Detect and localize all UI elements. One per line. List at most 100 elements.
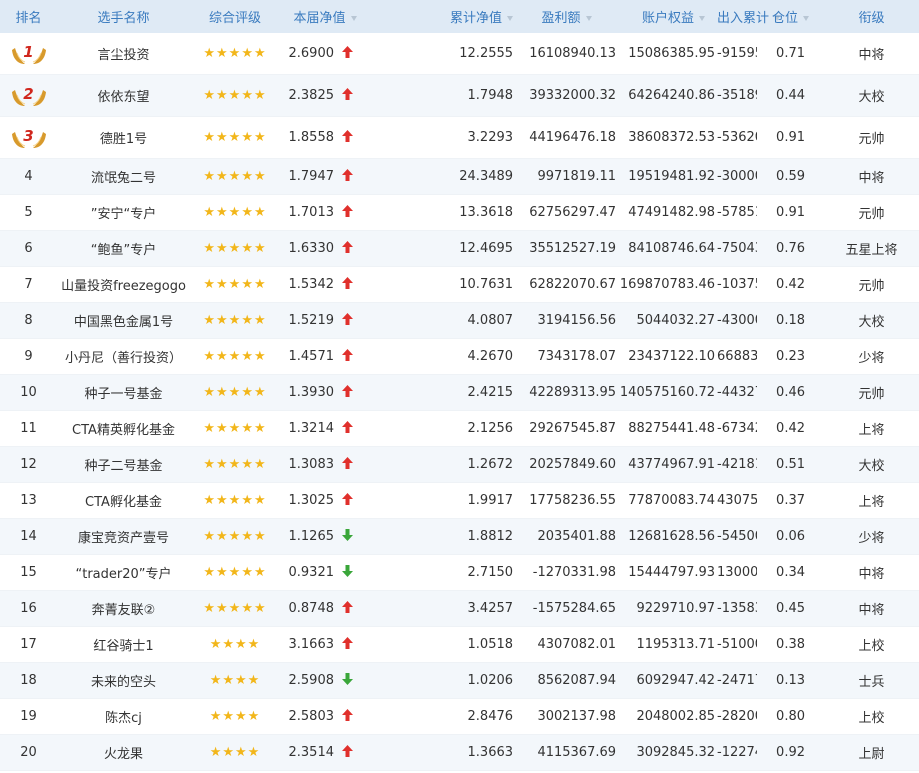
table-row[interactable]: 19 陈杰cj ★★★★ 2.5803 2.8476 3002137.98 2048002.…	[0, 698, 919, 735]
title-value: 大校	[824, 446, 919, 483]
player-name[interactable]: “trader20”专户	[57, 554, 190, 591]
trend-cell	[336, 554, 371, 591]
rating-stars: ★★★★★	[190, 230, 280, 267]
position-value: 0.34	[757, 554, 825, 591]
player-name[interactable]: 红谷骑士1	[57, 626, 190, 663]
profit-value: 29267545.87	[515, 410, 619, 447]
profit-value: 9971819.11	[515, 158, 619, 195]
equity-value: 19519481.92	[618, 158, 718, 195]
rank-cell: 5	[0, 194, 57, 231]
rank-number: 1	[23, 42, 34, 61]
table-row[interactable]: 20 火龙果 ★★★★ 2.3514 1.3663 4115367.69 3092845.3…	[0, 734, 919, 771]
profit-value: 17758236.55	[515, 482, 619, 519]
table-row[interactable]: 18 未来的空头 ★★★★ 2.5908 1.0206 8562087.94 6092947…	[0, 662, 919, 699]
position-value: 0.76	[757, 230, 825, 267]
rating-stars: ★★★★	[190, 626, 280, 663]
position-value: 0.91	[757, 194, 825, 231]
player-name[interactable]: 流氓兔二号	[57, 158, 190, 195]
sort-icon	[350, 16, 357, 21]
table-row[interactable]: 7 山量投资freezegogo ★★★★★ 1.5342 10.7631 6282207…	[0, 266, 919, 303]
table-row[interactable]: 14 康宝竞资产壹号 ★★★★★ 1.1265 1.8812 2035401.88 1268…	[0, 518, 919, 555]
table-row[interactable]: 13 CTA孵化基金 ★★★★★ 1.3025 1.9917 17758236.55 778…	[0, 482, 919, 519]
player-name[interactable]: 种子二号基金	[57, 446, 190, 483]
position-value: 0.13	[757, 662, 825, 699]
rating-stars: ★★★★★	[190, 338, 280, 375]
player-name[interactable]: 种子一号基金	[57, 374, 190, 411]
flow-value: -5450000.00	[717, 518, 758, 555]
header-cum[interactable]: 累计净值	[370, 0, 515, 33]
header-equity[interactable]: 账户权益	[618, 0, 717, 33]
flow-value: -2820048.00	[717, 698, 758, 735]
header-title[interactable]: 衔级	[824, 0, 919, 33]
profit-value: 62822070.67	[515, 266, 619, 303]
trend-cell	[336, 116, 371, 159]
header-rating[interactable]: 综合评级	[190, 0, 280, 33]
player-name[interactable]: 山量投资freezegogo	[57, 266, 190, 303]
trend-cell	[336, 302, 371, 339]
rank-cell: 2	[0, 74, 57, 117]
player-name[interactable]: 中国黑色金属1号	[57, 302, 190, 339]
player-name[interactable]: CTA精英孵化基金	[57, 410, 190, 447]
cumulative-value: 12.2555	[370, 33, 516, 75]
table-row[interactable]: 11 CTA精英孵化基金 ★★★★★ 1.3214 2.1256 29267545.87 8…	[0, 410, 919, 447]
profit-value: 16108940.13	[515, 33, 619, 75]
table-row[interactable]: 6 “鲍鱼”专户 ★★★★★ 1.6330 12.4695 35512527.19 8410…	[0, 230, 919, 267]
position-value: 0.42	[757, 410, 825, 447]
position-value: 0.45	[757, 590, 825, 627]
trend-cell	[336, 266, 371, 303]
table-row[interactable]: 9 小丹尼（善行投资） ★★★★★ 1.4571 4.2670 7343178.07 234…	[0, 338, 919, 375]
player-name[interactable]: 火龙果	[57, 734, 190, 771]
flow-value: -10375896.90	[717, 266, 758, 303]
table-row[interactable]: 12 种子二号基金 ★★★★★ 1.3083 1.2672 20257849.60 4377…	[0, 446, 919, 483]
header-rank[interactable]: 排名	[0, 0, 57, 33]
profit-value: 44196476.18	[515, 116, 619, 159]
player-name[interactable]: 陈杰cj	[57, 698, 190, 735]
position-value: 0.46	[757, 374, 825, 411]
arrow-down-icon	[342, 564, 353, 577]
table-row[interactable]: 10 种子一号基金 ★★★★★ 1.3930 2.4215 42289313.95 1405…	[0, 374, 919, 411]
table-row[interactable]: 16 奔菁友联② ★★★★★ 0.8748 3.4257 -1575284.65 92297…	[0, 590, 919, 627]
player-name[interactable]: “鲍鱼”专户	[57, 230, 190, 267]
player-name[interactable]: 德胜1号	[57, 116, 190, 159]
table-row[interactable]: 4 流氓兔二号 ★★★★★ 1.7947 24.3489 9971819.11 195194…	[0, 158, 919, 195]
position-value: 0.18	[757, 302, 825, 339]
player-name[interactable]: 言尘投资	[57, 33, 190, 75]
flow-value: -3000000.00	[717, 158, 758, 195]
cumulative-value: 1.3663	[370, 734, 516, 771]
player-name[interactable]: 未来的空头	[57, 662, 190, 699]
header-equity-label: 账户权益	[642, 11, 695, 26]
header-net[interactable]: 本届净值	[280, 0, 370, 33]
position-value: 0.80	[757, 698, 825, 735]
rating-stars: ★★★★★	[190, 590, 280, 627]
cumulative-value: 13.3618	[370, 194, 516, 231]
table-row[interactable]: 17 红谷骑士1 ★★★★ 3.1663 1.0518 4307082.01 1195313…	[0, 626, 919, 663]
header-flow[interactable]: 出入累计	[717, 0, 781, 33]
rank-cell: 20	[0, 734, 57, 771]
profit-value: 39332000.32	[515, 74, 619, 117]
player-name[interactable]: 依依东望	[57, 74, 190, 117]
table-row[interactable]: 3 德胜1号 ★★★★★ 1.8558 3.2293 44196476.18 3860837…	[0, 116, 919, 159]
trend-cell	[336, 518, 371, 555]
header-name[interactable]: 选手名称	[57, 0, 190, 33]
net-value: 1.3214	[280, 410, 336, 447]
title-value: 五星上将	[824, 230, 919, 267]
player-name[interactable]: 奔菁友联②	[57, 590, 190, 627]
table-row[interactable]: 1 言尘投资 ★★★★★ 2.6900 12.2555 16108940.13 150863…	[0, 33, 919, 75]
table-row[interactable]: 15 “trader20”专户 ★★★★★ 0.9321 2.7150 -1270331.…	[0, 554, 919, 591]
header-profit[interactable]: 盈利额	[515, 0, 618, 33]
profit-value: -1575284.65	[515, 590, 619, 627]
ranking-table: 排名 选手名称 综合评级 本届净值 累计净值 盈利额 账户权益 出入累计 仓位 …	[0, 0, 919, 771]
table-row[interactable]: 8 中国黑色金属1号 ★★★★★ 1.5219 4.0807 3194156.56 5044…	[0, 302, 919, 339]
cumulative-value: 2.8476	[370, 698, 516, 735]
player-name[interactable]: ”安宁“专户	[57, 194, 190, 231]
player-name[interactable]: 康宝竞资产壹号	[57, 518, 190, 555]
player-name[interactable]: 小丹尼（善行投资）	[57, 338, 190, 375]
flow-value: -3518939.80	[717, 74, 758, 117]
rating-stars: ★★★★★	[190, 302, 280, 339]
table-row[interactable]: 2 依依东望 ★★★★★ 2.3825 1.7948 39332000.32 6426424…	[0, 74, 919, 117]
title-value: 上尉	[824, 734, 919, 771]
player-name[interactable]: CTA孵化基金	[57, 482, 190, 519]
rank-cell: 16	[0, 590, 57, 627]
table-row[interactable]: 5 ”安宁“专户 ★★★★★ 1.7013 13.3618 62756297.47 4749…	[0, 194, 919, 231]
cumulative-value: 12.4695	[370, 230, 516, 267]
